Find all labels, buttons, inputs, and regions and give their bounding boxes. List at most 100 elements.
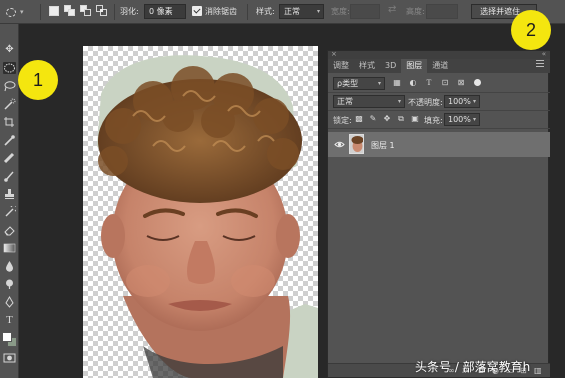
drop-icon	[6, 261, 13, 272]
pixel-layer-filter-icon[interactable]: ▦	[392, 78, 402, 88]
blend-row: 正常 ▾ 不透明度: 100% ▾	[328, 93, 550, 111]
blur-tool-icon[interactable]	[3, 260, 16, 272]
lock-image-pixels-icon[interactable]: ✎	[368, 114, 378, 124]
collapse-icon[interactable]: «	[542, 50, 546, 58]
pen-tool-icon[interactable]	[3, 296, 16, 308]
move-tool-icon[interactable]: ✥	[3, 44, 16, 56]
shape-layer-filter-icon[interactable]: ⊡	[440, 78, 450, 88]
layer-filter-row: ρ类型 ▾ ▦ ◐ T ⊡ ⊠	[328, 75, 550, 93]
eye-icon[interactable]	[334, 139, 345, 150]
filter-kind-value: ρ类型	[337, 79, 359, 88]
blend-mode-value: 正常	[337, 97, 353, 106]
color-swatches[interactable]	[2, 332, 18, 348]
healing-brush-tool-icon[interactable]	[3, 152, 16, 164]
tool-preset-picker[interactable]: ▾	[6, 6, 32, 18]
fill-label: 填充:	[424, 116, 443, 125]
blend-mode-select[interactable]: 正常 ▾	[333, 95, 405, 108]
chevron-down-icon: ▾	[472, 116, 476, 123]
brush-tool-icon[interactable]	[3, 170, 16, 182]
width-label: 宽度:	[331, 7, 350, 16]
portrait-photo	[97, 55, 318, 378]
lock-transparent-pixels-icon[interactable]: ▩	[354, 114, 364, 124]
eyedropper-tool-icon[interactable]	[3, 134, 16, 146]
lock-artboard-icon[interactable]: ⧉	[396, 114, 406, 124]
divider	[40, 4, 41, 20]
lock-row: 锁定: ▩ ✎ ✥ ⧉ ▣ 填充: 100% ▾	[328, 111, 550, 129]
new-selection-mode-icon[interactable]	[48, 5, 60, 17]
callout-badge-2: 2	[511, 10, 551, 50]
adjustment-layer-filter-icon[interactable]: ◐	[408, 78, 418, 88]
filter-kind-select[interactable]: ρ类型 ▾	[333, 77, 385, 90]
history-brush-tool-icon[interactable]	[3, 204, 18, 218]
foreground-color-swatch[interactable]	[2, 332, 12, 342]
swap-dimensions-icon[interactable]: ⇄	[388, 4, 396, 15]
lasso-tool-icon[interactable]	[3, 80, 16, 92]
quick-mask-icon[interactable]	[3, 352, 16, 364]
eyedropper-icon	[4, 135, 15, 146]
lasso-icon	[4, 81, 16, 92]
divider	[114, 4, 115, 20]
style-label: 样式:	[256, 7, 275, 16]
width-input[interactable]	[350, 4, 380, 19]
feather-label: 羽化:	[120, 7, 139, 16]
subtract-from-selection-mode-icon[interactable]	[80, 5, 92, 17]
lock-all-icon[interactable]: ▣	[410, 114, 420, 124]
dodge-icon	[6, 279, 13, 289]
brush-icon	[4, 171, 14, 182]
callout-badge-1: 1	[18, 60, 58, 100]
mask-icon	[3, 353, 16, 363]
eraser-tool-icon[interactable]	[3, 224, 16, 236]
options-bar: ▾ 羽化: 0 像素 消除锯齿 样式: 正常 ▾ 宽度: ⇄ 高度: 选择并遮住…	[0, 0, 565, 24]
height-label: 高度:	[406, 7, 425, 16]
trash-icon[interactable]: ▥	[534, 366, 542, 375]
layer-thumbnail	[349, 134, 364, 154]
dodge-tool-icon[interactable]	[3, 278, 16, 290]
panel-header-strip: × «	[328, 50, 550, 59]
watermark-text: 头条号 / 部落窝教育h	[415, 360, 531, 374]
gradient-tool-icon[interactable]	[3, 242, 16, 254]
style-select-value: 正常	[284, 7, 300, 16]
tab-channels[interactable]: 通道	[427, 59, 453, 73]
wand-icon	[4, 98, 16, 110]
layer-row[interactable]: 图层 1	[328, 132, 550, 157]
history-brush-icon	[5, 204, 18, 217]
layers-panel: × « 调整 样式 3D 图层 通道 ρ类型 ▾ ▦ ◐ T ⊡ ⊠ 正常 ▾ …	[327, 50, 550, 378]
elliptical-marquee-tool-icon[interactable]	[3, 62, 16, 74]
layer-name: 图层 1	[371, 141, 395, 150]
intersect-selection-mode-icon[interactable]	[96, 5, 108, 17]
tools-panel: ✥ T	[0, 24, 19, 378]
antialias-checkbox[interactable]	[192, 6, 202, 16]
add-to-selection-mode-icon[interactable]	[64, 5, 76, 17]
lock-position-icon[interactable]: ✥	[382, 114, 392, 124]
opacity-label: 不透明度:	[408, 98, 443, 107]
panel-tabs: 调整 样式 3D 图层 通道	[328, 59, 550, 73]
panel-menu-icon[interactable]	[536, 60, 544, 68]
opacity-input[interactable]: 100% ▾	[444, 95, 480, 108]
bandage-icon	[3, 152, 15, 164]
tab-styles[interactable]: 样式	[354, 59, 380, 73]
document-canvas[interactable]	[83, 46, 318, 378]
stamp-icon	[5, 189, 14, 199]
chevron-down-icon: ▾	[472, 98, 476, 105]
smart-object-filter-icon[interactable]: ⊠	[456, 78, 466, 88]
filter-toggle-icon[interactable]	[474, 79, 481, 86]
chevron-down-icon: ▾	[20, 8, 24, 16]
quick-selection-tool-icon[interactable]	[3, 98, 16, 110]
feather-input[interactable]: 0 像素	[144, 4, 186, 19]
type-tool-icon[interactable]: T	[3, 314, 16, 326]
style-select[interactable]: 正常 ▾	[279, 4, 324, 19]
chevron-down-icon: ▾	[377, 80, 381, 87]
tab-layers[interactable]: 图层	[401, 59, 428, 73]
gradient-icon	[3, 243, 16, 253]
tab-3d[interactable]: 3D	[380, 59, 401, 73]
tab-adjustments[interactable]: 调整	[328, 59, 354, 73]
type-layer-filter-icon[interactable]: T	[424, 78, 434, 88]
close-icon[interactable]: ×	[331, 50, 337, 58]
lock-label: 锁定:	[333, 116, 352, 125]
clone-stamp-tool-icon[interactable]	[3, 188, 16, 200]
height-input[interactable]	[426, 4, 458, 19]
pen-icon	[5, 296, 14, 308]
fill-input[interactable]: 100% ▾	[444, 113, 480, 126]
eraser-icon	[4, 226, 15, 236]
crop-tool-icon[interactable]	[3, 116, 16, 128]
